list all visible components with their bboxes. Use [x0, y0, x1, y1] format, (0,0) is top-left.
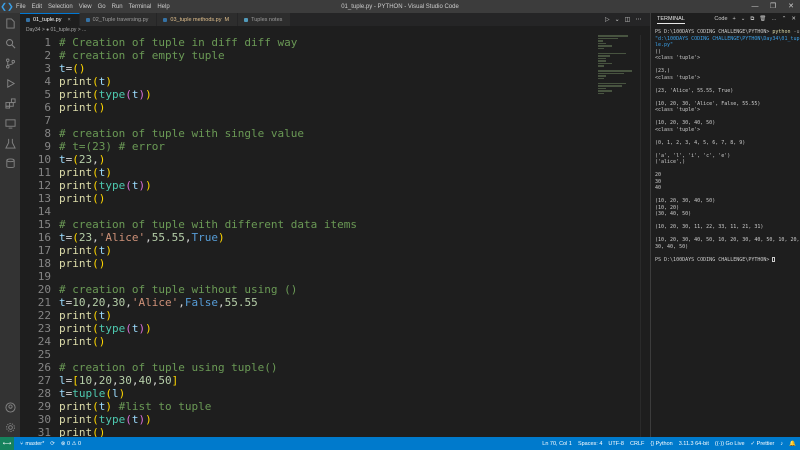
- terminal-shell-label[interactable]: Code: [714, 16, 727, 23]
- terminal-cursor: [772, 256, 776, 262]
- modified-badge: M: [224, 16, 230, 23]
- tab-label: 02_Tuple traversing.py: [92, 16, 149, 23]
- menu-edit[interactable]: Edit: [32, 4, 42, 10]
- window-controls: — ❐ ✕: [746, 0, 800, 13]
- prettier-status[interactable]: ✓ Prettier: [751, 441, 775, 447]
- close-tab-icon[interactable]: ×: [67, 17, 70, 23]
- indentation[interactable]: Spaces: 4: [578, 441, 602, 447]
- terminal-output-line: (10, 20, 30, 40, 50, 10, 20, 30, 40, 50,…: [655, 237, 800, 250]
- run-dropdown-icon[interactable]: ⌄: [615, 16, 620, 23]
- python-file-icon: [85, 17, 90, 22]
- menu-view[interactable]: View: [79, 4, 92, 10]
- language-mode[interactable]: {} Python: [650, 441, 672, 447]
- extensions-icon[interactable]: [0, 93, 20, 113]
- testing-icon[interactable]: [0, 133, 20, 153]
- encoding[interactable]: UTF-8: [608, 441, 624, 447]
- menu-selection[interactable]: Selection: [48, 4, 73, 10]
- remote-indicator-icon[interactable]: ⟷: [0, 437, 14, 450]
- new-terminal-icon[interactable]: +: [733, 16, 736, 23]
- run-debug-icon[interactable]: [0, 73, 20, 93]
- run-file-icon[interactable]: ▷: [605, 16, 610, 23]
- status-bar: ⟷ ⑂ master* ⟳ ⊗ 0 ⚠ 0 Ln 70, Col 1 Space…: [0, 437, 800, 450]
- menu-go[interactable]: Go: [98, 4, 106, 10]
- account-icon[interactable]: [0, 397, 20, 417]
- title-bar: ❮❯ File Edit Selection View Go Run Termi…: [0, 0, 800, 13]
- breadcrumb[interactable]: Day34 > ● 01_tuple.py > ...: [20, 26, 650, 35]
- more-actions-icon[interactable]: ⋯: [635, 16, 641, 23]
- maximize-panel-icon[interactable]: ⌃: [782, 16, 787, 23]
- panel-actions: Code + ⌄ ⧉ 🗑 … ⌃ ✕: [714, 16, 800, 23]
- menu-file[interactable]: File: [16, 4, 26, 10]
- terminal-dropdown-icon[interactable]: ⌄: [741, 16, 746, 23]
- minimap[interactable]: [598, 35, 638, 125]
- problems-indicator[interactable]: ⊗ 0 ⚠ 0: [61, 441, 81, 447]
- vertical-scrollbar[interactable]: [640, 35, 650, 437]
- editor-tabs: 01_tuple.py × 02_Tuple traversing.py 03_…: [20, 13, 650, 26]
- tab-02-tuple-traversing[interactable]: 02_Tuple traversing.py: [79, 13, 158, 26]
- minimize-button[interactable]: —: [746, 0, 764, 13]
- menu-run[interactable]: Run: [112, 4, 123, 10]
- tab-label: 01_tuple.py: [33, 17, 62, 23]
- branch-name: master*: [25, 440, 45, 447]
- tab-tuples-notes[interactable]: Tuples notes: [238, 13, 292, 26]
- settings-gear-icon[interactable]: [0, 417, 20, 437]
- tab-03-tuple-methods[interactable]: 03_tuple methods.py M: [157, 13, 239, 26]
- split-terminal-icon[interactable]: ⧉: [750, 16, 754, 23]
- tab-terminal[interactable]: TERMINAL: [657, 16, 685, 24]
- python-interpreter[interactable]: 3.11.3 64-bit: [679, 441, 709, 447]
- kill-terminal-icon[interactable]: 🗑: [759, 16, 766, 23]
- branch-icon: ⑂: [20, 440, 24, 447]
- tab-label: Tuples notes: [251, 16, 283, 23]
- tab-label: 03_tuple methods.py: [170, 16, 222, 23]
- status-right: Ln 70, Col 1 Spaces: 4 UTF-8 CRLF {} Pyt…: [536, 437, 796, 450]
- explorer-icon[interactable]: [0, 13, 20, 33]
- terminal-command-line: PS D:\100DAYS CODING CHALLENGE\PYTHON> p…: [655, 29, 800, 48]
- menu-help[interactable]: Help: [157, 4, 169, 10]
- more-icon[interactable]: …: [771, 16, 777, 23]
- maximize-button[interactable]: ❐: [764, 0, 782, 13]
- terminal-output[interactable]: PS D:\100DAYS CODING CHALLENGE\PYTHON> p…: [655, 29, 800, 263]
- menu-bar: File Edit Selection View Go Run Terminal…: [16, 4, 170, 10]
- python-file-icon: [26, 18, 30, 22]
- remote-explorer-icon[interactable]: [0, 113, 20, 133]
- python-file-icon: [163, 17, 168, 22]
- editor-actions: ▷ ⌄ ◫ ⋯: [605, 13, 641, 26]
- database-icon[interactable]: [0, 153, 20, 173]
- line-ending[interactable]: CRLF: [630, 441, 644, 447]
- vscode-logo-icon: ❮❯: [0, 2, 14, 11]
- branch-indicator[interactable]: ⑂ master*: [20, 441, 44, 447]
- vscode-window: ❮❯ File Edit Selection View Go Run Termi…: [0, 0, 800, 450]
- cursor-position[interactable]: Ln 70, Col 1: [542, 441, 572, 447]
- search-icon[interactable]: [0, 33, 20, 53]
- panel-header: TERMINAL Code + ⌄ ⧉ 🗑 … ⌃ ✕: [651, 13, 800, 26]
- feedback-icon[interactable]: ♪: [780, 441, 783, 447]
- notifications-bell-icon[interactable]: 🔔: [789, 441, 796, 447]
- sync-icon[interactable]: ⟳: [50, 441, 55, 447]
- close-window-button[interactable]: ✕: [782, 0, 800, 13]
- terminal-panel: TERMINAL Code + ⌄ ⧉ 🗑 … ⌃ ✕ PS D:\100DAY…: [650, 13, 800, 437]
- activity-bar: [0, 13, 20, 437]
- terminal-prompt: PS D:\100DAYS CODING CHALLENGE\PYTHON>: [655, 256, 800, 264]
- close-panel-icon[interactable]: ✕: [791, 16, 796, 23]
- menu-terminal[interactable]: Terminal: [129, 4, 152, 10]
- notes-file-icon: [244, 17, 249, 22]
- go-live-button[interactable]: ((·)) Go Live: [715, 441, 745, 447]
- source-control-icon[interactable]: [0, 53, 20, 73]
- tab-01-tuple[interactable]: 01_tuple.py ×: [20, 13, 80, 26]
- split-editor-icon[interactable]: ◫: [625, 16, 631, 23]
- code-editor[interactable]: 1 # Creation of tuple in diff diff way 2 # …: [20, 35, 650, 439]
